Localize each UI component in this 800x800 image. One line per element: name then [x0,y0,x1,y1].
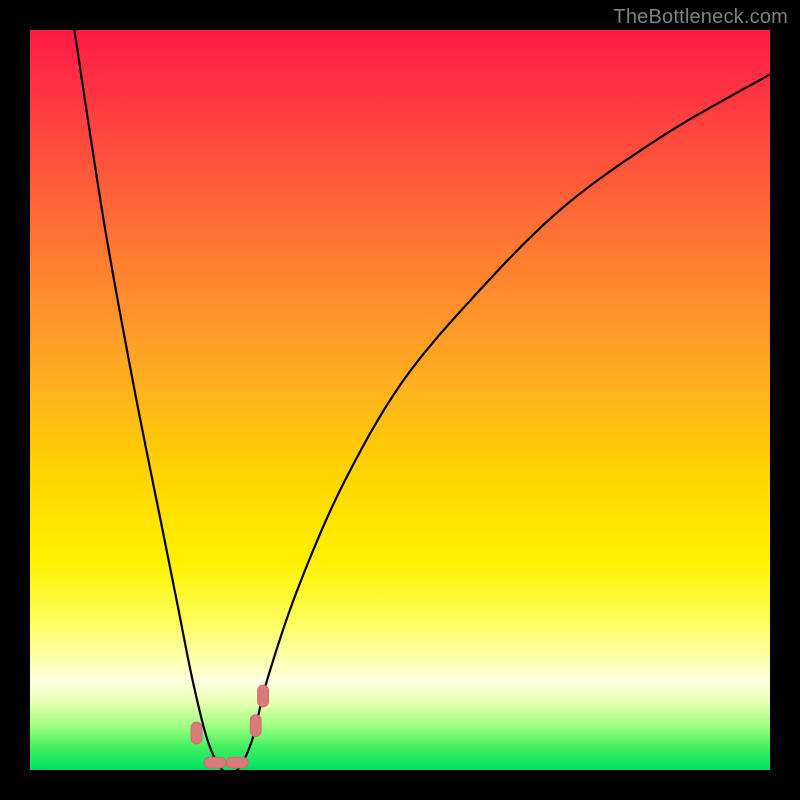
curve-marker [226,757,248,768]
curve-svg [30,30,770,770]
bottleneck-curve [74,30,770,770]
curve-marker [204,757,226,768]
curve-marker [250,715,261,737]
curve-marker [258,685,269,707]
chart-container: TheBottleneck.com [0,0,800,800]
curve-marker [191,722,202,744]
watermark-text: TheBottleneck.com [613,6,788,29]
plot-area [30,30,770,770]
